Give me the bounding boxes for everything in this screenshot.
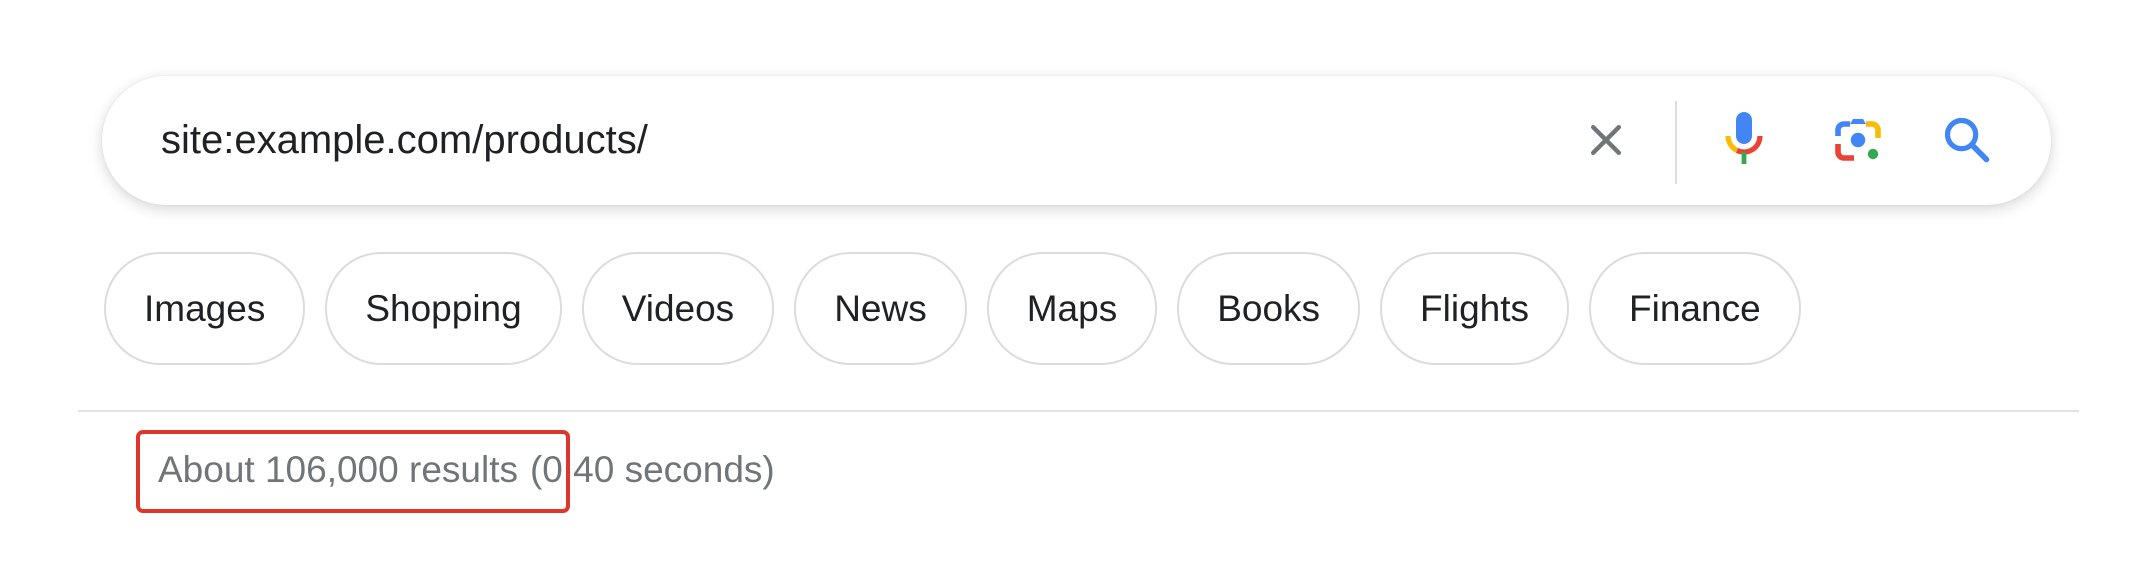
search-filter-chips: Images Shopping Videos News Maps Books F…: [104, 252, 1801, 365]
camera-lens-icon: [1830, 112, 1886, 168]
result-stats: About 106,000 results (0.40 seconds): [158, 449, 775, 491]
filter-chip-videos[interactable]: Videos: [581, 252, 775, 365]
filter-chip-finance[interactable]: Finance: [1589, 252, 1801, 365]
microphone-icon: [1720, 108, 1768, 172]
search-bar-divider: [1675, 101, 1677, 184]
filter-chip-maps[interactable]: Maps: [986, 252, 1158, 365]
filter-chip-news[interactable]: News: [794, 252, 967, 365]
filter-chip-shopping[interactable]: Shopping: [325, 252, 562, 365]
close-icon: [1584, 118, 1628, 162]
filter-chip-books[interactable]: Books: [1177, 252, 1361, 365]
clear-search-button[interactable]: [1574, 108, 1638, 172]
filter-chip-images[interactable]: Images: [104, 252, 306, 365]
search-input[interactable]: [161, 76, 1541, 205]
results-divider: [78, 410, 2079, 412]
search-button[interactable]: [1935, 108, 1999, 172]
search-time: (0.40 seconds): [529, 449, 775, 490]
search-icon: [1941, 114, 1993, 166]
voice-search-button[interactable]: [1712, 108, 1776, 172]
search-bar: [102, 76, 2051, 205]
result-count: About 106,000 results: [158, 449, 518, 490]
search-by-image-button[interactable]: [1826, 108, 1890, 172]
filter-chip-flights[interactable]: Flights: [1380, 252, 1570, 365]
